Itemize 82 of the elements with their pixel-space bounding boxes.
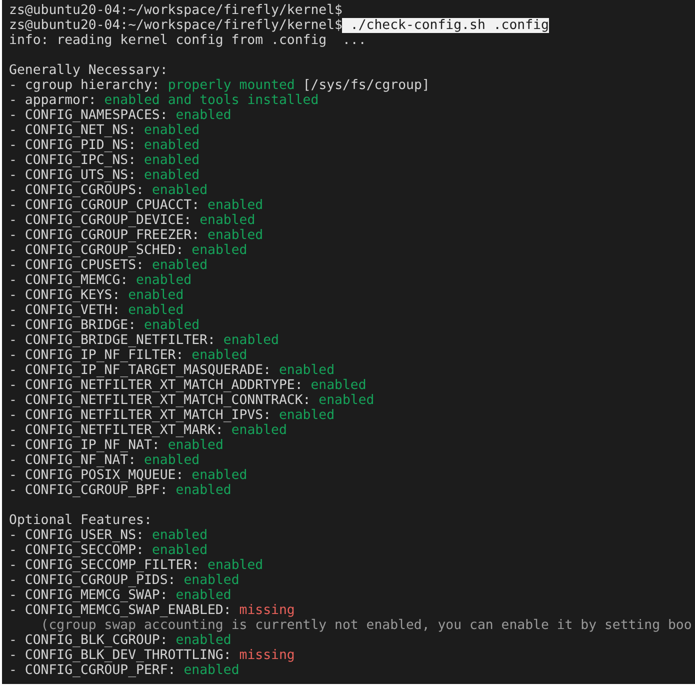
check-name: - CONFIG_SECCOMP: (9, 543, 144, 558)
status-text: enabled (192, 348, 248, 363)
check-name: - CONFIG_IP_NF_NAT: (9, 438, 160, 453)
status-text: enabled (128, 288, 184, 303)
prompt-text: zs@ubuntu20-04:~/workspace/firefly/kernel$ (9, 3, 342, 18)
status-text: enabled (231, 423, 287, 438)
check-name: - CONFIG_NAMESPACES: (9, 108, 168, 123)
status-text: enabled (208, 228, 264, 243)
status-text: enabled (176, 588, 232, 603)
status-text: enabled (168, 438, 224, 453)
status-text: enabled and tools installed (104, 93, 319, 108)
status-text: enabled (144, 168, 200, 183)
check-name: - apparmor: (9, 93, 96, 108)
status-text: missing (239, 648, 295, 663)
check-name: - CONFIG_NETFILTER_XT_MATCH_CONNTRACK: (9, 393, 311, 408)
path-text: [/sys/fs/cgroup] (302, 78, 430, 93)
check-name: - CONFIG_KEYS: (9, 288, 120, 303)
check-name: - CONFIG_POSIX_MQUEUE: (9, 468, 184, 483)
status-text: enabled (152, 258, 208, 273)
check-name: - CONFIG_BRIDGE: (9, 318, 136, 333)
check-name: - CONFIG_PID_NS: (9, 138, 136, 153)
note-text: (cgroup swap accounting is currently not enabled, you can enable it by setting boo (40, 618, 692, 633)
check-name: - CONFIG_BLK_DEV_THROTTLING: (9, 648, 232, 663)
status-text: enabled (128, 303, 184, 318)
check-name: - CONFIG_CGROUPS: (9, 183, 144, 198)
status-text: enabled (208, 558, 264, 573)
status-text: enabled (184, 573, 240, 588)
check-name: - CONFIG_CGROUP_CPUACCT: (9, 198, 200, 213)
check-name: - CONFIG_CGROUP_SCHED: (9, 243, 184, 258)
status-text: enabled (318, 393, 374, 408)
check-name: - CONFIG_CGROUP_PERF: (9, 663, 176, 678)
section-heading: Optional Features: (9, 513, 152, 528)
status-text: properly mounted (168, 78, 295, 93)
status-text: enabled (278, 408, 335, 423)
status-text: enabled (144, 138, 200, 153)
check-name: - CONFIG_NETFILTER_XT_MATCH_IPVS: (9, 408, 272, 423)
check-name: - CONFIG_BLK_CGROUP: (9, 633, 168, 648)
status-text: enabled (184, 663, 240, 678)
status-text: enabled (152, 183, 208, 198)
status-text: enabled (176, 483, 232, 498)
check-name: - CONFIG_CGROUP_PIDS: (9, 573, 176, 588)
check-name: - CONFIG_MEMCG: (9, 273, 128, 288)
check-name: - CONFIG_SECCOMP_FILTER: (9, 558, 200, 573)
status-text: enabled (208, 198, 264, 213)
status-text: enabled (144, 123, 200, 138)
check-name: - CONFIG_VETH: (9, 303, 120, 318)
status-text: enabled (192, 468, 248, 483)
check-name: - CONFIG_NF_NAT: (9, 453, 136, 468)
status-text: enabled (144, 318, 200, 333)
status-text: enabled (176, 633, 232, 648)
check-name: - CONFIG_BRIDGE_NETFILTER: (9, 333, 216, 348)
info-text: info: reading kernel config from .config ... (9, 33, 366, 48)
status-text: enabled (278, 363, 335, 378)
check-name: - cgroup hierarchy: (9, 78, 160, 93)
check-name: - CONFIG_NET_NS: (9, 123, 136, 138)
check-name: - CONFIG_MEMCG_SWAP_ENABLED: (9, 603, 232, 618)
prompt-text: zs@ubuntu20-04:~/workspace/firefly/kernel$ (9, 18, 342, 33)
check-name: - CONFIG_NETFILTER_XT_MARK: (9, 423, 224, 438)
status-text: enabled (152, 528, 208, 543)
check-name: - CONFIG_IP_NF_FILTER: (9, 348, 184, 363)
status-text: enabled (192, 243, 248, 258)
check-name: - CONFIG_CGROUP_FREEZER: (9, 228, 200, 243)
status-text: enabled (136, 273, 192, 288)
status-text: enabled (144, 453, 200, 468)
check-name: - CONFIG_CGROUP_BPF: (9, 483, 168, 498)
check-name: - CONFIG_IP_NF_TARGET_MASQUERADE: (9, 363, 272, 378)
section-heading: Generally Necessary: (9, 63, 168, 78)
status-text: enabled (223, 333, 279, 348)
check-name: - CONFIG_MEMCG_SWAP: (9, 588, 168, 603)
status-text: enabled (144, 153, 200, 168)
status-text: enabled (176, 108, 232, 123)
status-text: enabled (310, 378, 366, 393)
command-text: ./check-config.sh .config (342, 18, 549, 33)
status-text: enabled (200, 213, 256, 228)
check-name: - CONFIG_NETFILTER_XT_MATCH_ADDRTYPE: (9, 378, 303, 393)
check-name: - CONFIG_USER_NS: (9, 528, 144, 543)
status-text: enabled (152, 543, 208, 558)
check-name: - CONFIG_CPUSETS: (9, 258, 144, 273)
check-name: - CONFIG_IPC_NS: (9, 153, 136, 168)
check-name: - CONFIG_CGROUP_DEVICE: (9, 213, 192, 228)
status-text: missing (239, 603, 295, 618)
check-name: - CONFIG_UTS_NS: (9, 168, 136, 183)
